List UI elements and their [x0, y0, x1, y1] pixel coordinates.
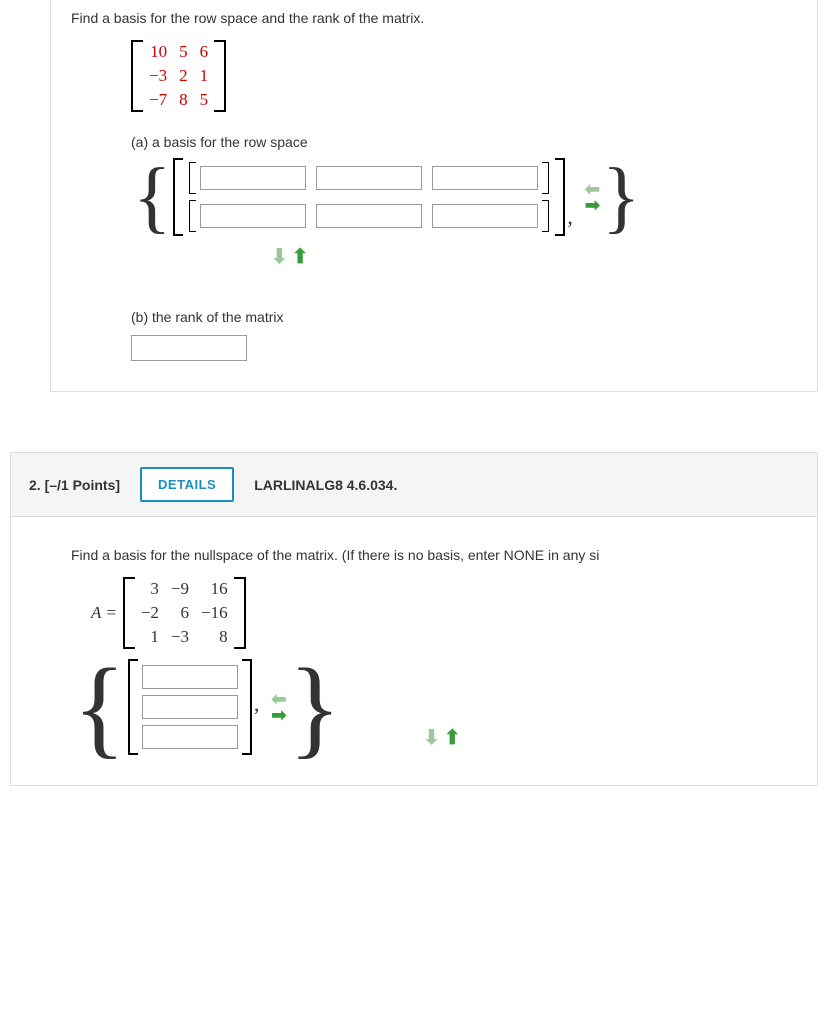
row2-cell1[interactable] [200, 204, 306, 228]
nullspace-answer-set: { , ⬅ ➡ } [71, 659, 343, 755]
row-arrows-2: ⬇ ⬆ [423, 725, 461, 750]
problem-1-matrix: 1056 −321 −785 [131, 40, 226, 112]
nullspace-colvec [128, 659, 252, 755]
row-space-answer-set: { [131, 158, 642, 236]
remove-row-icon[interactable]: ⬇ [271, 244, 288, 269]
question-2-header: 2. [–/1 Points] DETAILS LARLINALG8 4.6.0… [10, 452, 818, 517]
details-button[interactable]: DETAILS [140, 467, 234, 502]
A-equals: A = [91, 603, 117, 623]
problem-1-stem: Find a basis for the row space and the r… [71, 10, 797, 26]
set-comma-2: , [252, 691, 262, 723]
question-number: 2. [–/1 Points] [29, 477, 120, 493]
right-brace-icon: } [286, 667, 343, 747]
row1-cell1[interactable] [200, 166, 306, 190]
col-arrows: ⬅ ➡ [585, 182, 600, 212]
row-space-vectors [173, 158, 565, 236]
add-row-icon-2[interactable]: ⬆ [444, 725, 461, 750]
col-arrows-2: ⬅ ➡ [271, 692, 286, 722]
add-col-icon[interactable]: ➡ [585, 198, 600, 212]
left-brace-icon: { [71, 667, 128, 747]
part-a-label: (a) a basis for the row space [131, 134, 797, 150]
set-comma: , [565, 204, 575, 236]
row-arrows: ⬇ ⬆ [271, 244, 309, 269]
row-vector-2 [189, 200, 549, 232]
left-brace-icon: { [131, 167, 173, 227]
rank-input[interactable] [131, 335, 247, 361]
colvec-cell3[interactable] [142, 725, 238, 749]
row1-cell3[interactable] [432, 166, 538, 190]
problem-2-stem: Find a basis for the nullspace of the ma… [71, 547, 757, 563]
problem-2-panel: Find a basis for the nullspace of the ma… [10, 517, 818, 786]
row2-cell2[interactable] [316, 204, 422, 228]
right-brace-icon: } [600, 167, 642, 227]
part-b-label: (b) the rank of the matrix [131, 309, 797, 325]
add-vec-icon[interactable]: ➡ [271, 708, 286, 722]
question-ref: LARLINALG8 4.6.034. [254, 477, 397, 493]
remove-vec-icon[interactable]: ⬅ [271, 692, 286, 706]
problem-1-panel: Find a basis for the row space and the r… [50, 0, 818, 392]
row-vector-1 [189, 162, 549, 194]
colvec-cell2[interactable] [142, 695, 238, 719]
remove-row-icon-2[interactable]: ⬇ [423, 725, 440, 750]
remove-col-icon[interactable]: ⬅ [585, 182, 600, 196]
add-row-icon[interactable]: ⬆ [292, 244, 309, 269]
row1-cell2[interactable] [316, 166, 422, 190]
colvec-cell1[interactable] [142, 665, 238, 689]
row2-cell3[interactable] [432, 204, 538, 228]
problem-2-matrix: A = 3−916 −26−16 1−38 [91, 577, 246, 649]
